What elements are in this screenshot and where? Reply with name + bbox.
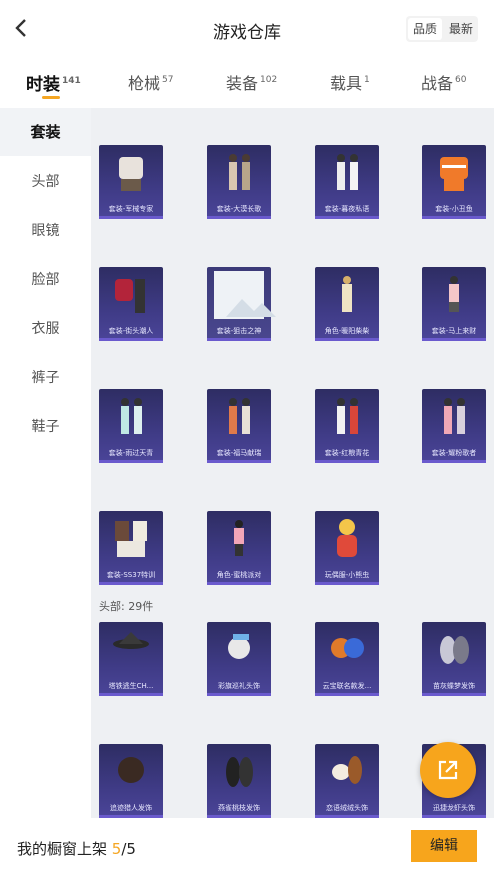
suit-card[interactable]: 套装-马上来财 (422, 267, 486, 341)
suit-card[interactable]: 套装-狙击之神 (207, 267, 276, 341)
external-link-icon (438, 760, 458, 780)
head-card[interactable]: 苗灰蝶梦发饰 (422, 622, 486, 696)
suit-card[interactable]: 角色-暖阳柴柴 (315, 267, 379, 341)
head-card[interactable]: 彩旗巡礼头饰 (207, 622, 271, 696)
outfit-icon (115, 521, 147, 557)
hat-icon (113, 632, 149, 649)
mascot-icon (337, 519, 357, 557)
sort-quality-button[interactable]: 品质 (407, 18, 442, 40)
showcase-status: 我的橱窗上架 5/5 (17, 840, 136, 858)
sidebar: 套装 头部 眼镜 脸部 衣服 裤子 鞋子 (0, 108, 91, 818)
character-icon (337, 154, 358, 190)
edit-button[interactable]: 编辑 (411, 830, 477, 862)
category-tabs: 时装 141 枪械 57 装备 102 载具 1 战备 60 (0, 60, 494, 108)
suit-card[interactable]: 套装-军械专家 (99, 145, 163, 219)
headgear-icon (228, 634, 250, 659)
suit-card[interactable]: 套装-大漠长歌 (207, 145, 271, 219)
suit-card[interactable]: 套装-耀粉歌者 (422, 389, 486, 463)
head-card[interactable]: 恋语绒绒头饰 (315, 744, 379, 818)
sidebar-item-suit[interactable]: 套装 (0, 108, 91, 156)
sidebar-item-shoes[interactable]: 鞋子 (0, 403, 91, 451)
sidebar-item-face[interactable]: 脸部 (0, 256, 91, 304)
hair-icon (226, 757, 253, 787)
hair-icon (118, 757, 144, 783)
sidebar-item-glasses[interactable]: 眼镜 (0, 207, 91, 255)
head-card[interactable]: 塔铁逃生CH... (99, 622, 163, 696)
placeholder-image-icon (214, 271, 276, 319)
tab-vehicles[interactable]: 载具 1 (330, 70, 370, 94)
character-icon (229, 398, 250, 434)
suit-card[interactable]: 套装-福马献瑞 (207, 389, 271, 463)
item-grid: 套装-军械专家 套装-大漠长歌 套装-暮夜私语 套装-小丑鱼 套装-街头潮人 套… (91, 108, 494, 818)
character-icon (337, 398, 358, 434)
outfit-icon (119, 157, 143, 191)
suit-card[interactable]: 套装-雨过天青 (99, 389, 163, 463)
sort-latest-button[interactable]: 最新 (444, 16, 478, 42)
character-icon (444, 398, 465, 434)
character-icon (342, 276, 352, 312)
sort-toggle: 品质 最新 (405, 16, 478, 42)
sidebar-item-clothes[interactable]: 衣服 (0, 305, 91, 353)
tab-guns[interactable]: 枪械 57 (128, 70, 173, 94)
character-icon (234, 520, 244, 556)
suit-card[interactable]: 套装-暮夜私语 (315, 145, 379, 219)
sidebar-item-head[interactable]: 头部 (0, 158, 91, 206)
section-head-label: 头部: 29件 (99, 600, 154, 613)
outfit-icon (440, 157, 468, 191)
suit-card[interactable]: 套装-街头潮人 (99, 267, 163, 341)
sidebar-item-pants[interactable]: 裤子 (0, 354, 91, 402)
suit-card[interactable]: 套装-小丑鱼 (422, 145, 486, 219)
character-icon (229, 154, 250, 190)
head-card[interactable]: 燕雀桃枝发饰 (207, 744, 271, 818)
suit-card[interactable]: 玩偶服-小熊虫 (315, 511, 379, 585)
hair-icon (440, 636, 469, 664)
tab-equipment[interactable]: 装备 102 (226, 70, 277, 94)
head-card[interactable]: 云宝联名款发... (315, 622, 379, 696)
character-icon (121, 398, 142, 434)
head-card[interactable]: 追迹猎人发饰 (99, 744, 163, 818)
character-icon (449, 276, 459, 312)
tab-supplies[interactable]: 战备 60 (421, 70, 466, 94)
active-tab-indicator (42, 96, 60, 99)
hair-icon (331, 638, 364, 658)
suit-card[interactable]: 角色-蜜桃派对 (207, 511, 271, 585)
headgear-icon (332, 756, 362, 784)
outfit-icon (115, 279, 145, 313)
suit-card[interactable]: 套装-SS37特训 (99, 511, 163, 585)
tab-fashion[interactable]: 时装 141 (26, 70, 81, 95)
header: 游戏仓库 品质 最新 (0, 0, 494, 60)
share-button[interactable] (420, 742, 476, 798)
suit-card[interactable]: 套装-红粮青花 (315, 389, 379, 463)
